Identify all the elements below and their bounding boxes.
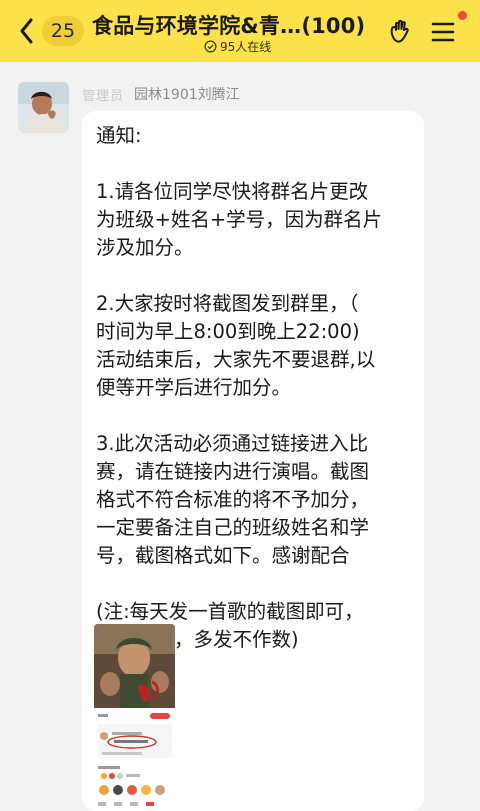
chat-header: 25 食品与环境学院&青…(100) 95人在线 <box>0 0 480 62</box>
back-button[interactable]: 25 <box>14 14 84 48</box>
back-chevron-icon <box>20 18 33 44</box>
sender-name[interactable]: 园林1901刘腾江 <box>134 84 240 104</box>
message-line: 格式不符合标准的将不予加分， <box>96 488 370 511</box>
attached-image[interactable] <box>94 624 175 810</box>
message-line: 2.大家按时将截图发到群里，（ <box>96 292 359 315</box>
unread-count-badge: 25 <box>42 16 84 46</box>
avatar[interactable] <box>18 82 69 133</box>
message-line: 通知: <box>96 124 142 147</box>
notification-dot <box>458 11 467 20</box>
message-line: 号，截图格式如下。感谢配合 <box>96 544 350 567</box>
online-status: 95人在线 <box>204 38 271 55</box>
menu-icon[interactable] <box>431 21 455 43</box>
online-count-text: 95人在线 <box>220 40 272 54</box>
group-call-icon[interactable] <box>386 18 414 46</box>
message-line: 时间为早上8:00到晚上22:00) <box>96 320 360 343</box>
message-line: 1.请各位同学尽快将群名片更改 <box>96 180 369 203</box>
online-status-icon <box>204 40 217 53</box>
message-line: 涉及加分。 <box>96 236 194 259</box>
message-text: 通知: 1.请各位同学尽快将群名片更改 为班级+姓名+学号，因为群名片 涉及加分。 2.… <box>96 122 416 654</box>
message-line: 赛，请在链接内进行演唱。截图 <box>96 460 370 483</box>
message-line: 活动结束后，大家先不要退群,以 <box>96 348 376 371</box>
sender-row: 管理员 园林1901刘腾江 <box>82 84 240 104</box>
message-line: 一定要备注自己的班级姓名和学 <box>96 516 370 539</box>
message-line: (注:每天发一首歌的截图即可， <box>96 600 364 623</box>
admin-badge: 管理员 <box>82 88 125 104</box>
message-line: 3.此次活动必须通过链接进入比 <box>96 432 369 455</box>
message-line: 为班级+姓名+学号，因为群名片 <box>96 208 383 231</box>
group-title[interactable]: 食品与环境学院&青…(100) <box>92 10 368 40</box>
message-line: 便等开学后进行加分。 <box>96 376 292 399</box>
